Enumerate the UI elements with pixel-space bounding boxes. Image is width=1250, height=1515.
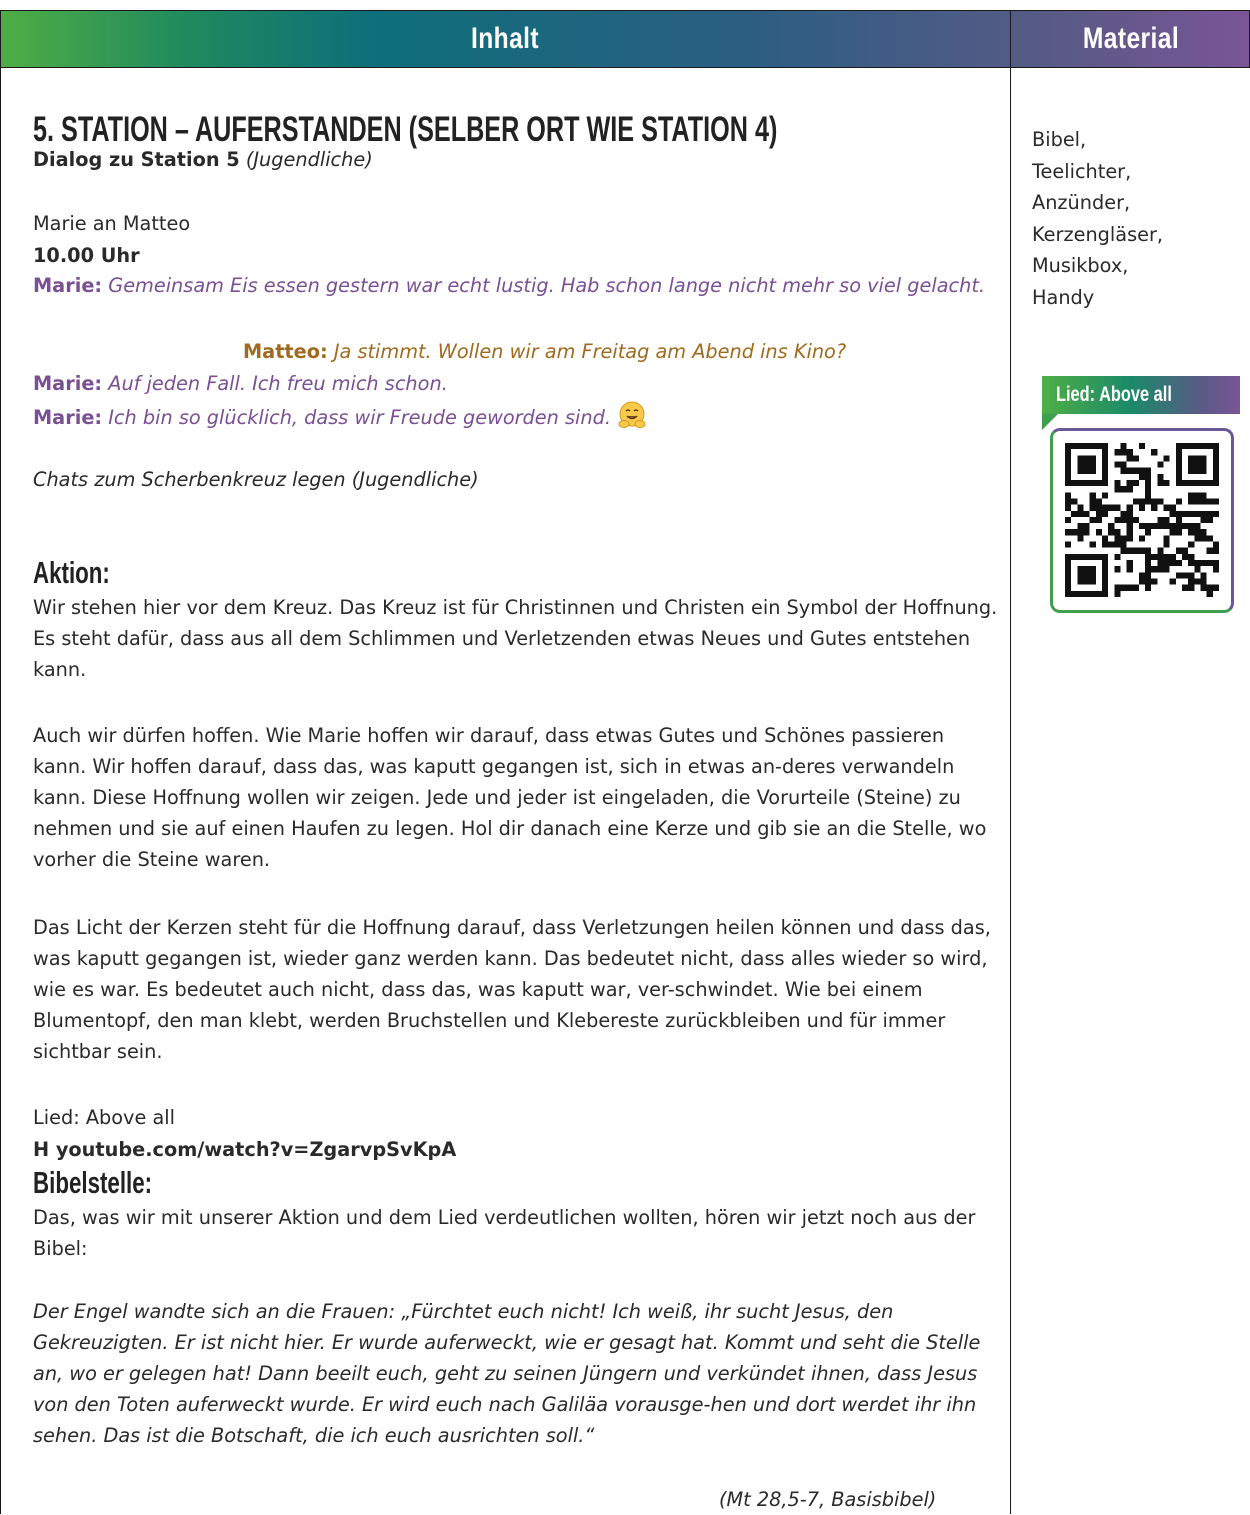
song-line: Lied: Above all (33, 1106, 175, 1129)
chat-time: 10.00 Uhr (33, 244, 140, 267)
column-header-material: Material (1082, 22, 1180, 55)
qr-label-text: Lied: Above all (1056, 383, 1172, 406)
table-border-top (0, 10, 1250, 11)
message-sender: Marie: (33, 274, 103, 297)
table-border-left (0, 10, 1, 1514)
aktion-paragraph-3: Das Licht der Kerzen steht für die Hoffn… (33, 916, 991, 1063)
message-text: Ich bin so glücklich, dass wir Freude ge… (108, 406, 612, 429)
hugging-face-icon (617, 400, 647, 439)
dialog-label-line: Dialog zu Station 5 (Jugendliche) (33, 144, 373, 175)
material-item: Teelichter, (1032, 159, 1132, 183)
bibel-quote: Der Engel wandte sich an die Frauen: „Fü… (33, 1300, 981, 1447)
message-sender: Marie: (33, 372, 103, 395)
youtube-link[interactable]: H youtube.com/watch?v=ZgarvpSvKpA (33, 1134, 456, 1165)
dialog-label: Dialog zu Station 5 (33, 148, 240, 171)
chat-message-4: Marie: Ich bin so glücklich, dass wir Fr… (33, 400, 647, 439)
header-border-bottom (0, 67, 1250, 68)
material-item: Bibel, (1032, 128, 1087, 151)
bibelstelle-heading: Bibelstelle: (33, 1165, 153, 1200)
qr-card[interactable] (1050, 428, 1234, 613)
qr-label-tail (1042, 414, 1058, 430)
material-item: Musikbox, (1032, 254, 1129, 277)
header-bar: Inhalt Material (0, 10, 1250, 67)
dialog-who: (Jugendliche) (245, 148, 373, 171)
message-sender: Matteo: (243, 340, 328, 363)
bibel-reference: (Mt 28,5-7, Basisbibel) (719, 1488, 937, 1511)
chats-note: Chats zum Scherbenkreuz legen (Jugendlic… (33, 468, 479, 491)
table-divider (1010, 10, 1011, 1514)
message-text: Ja stimmt. Wollen wir am Freitag am Aben… (333, 340, 847, 363)
material-item: Kerzengläser, (1032, 222, 1164, 246)
qr-label: Lied: Above all (1042, 376, 1240, 414)
aktion-paragraph-1: Wir stehen hier vor dem Kreuz. Das Kreuz… (33, 596, 998, 681)
chat-from: Marie an Matteo (33, 212, 191, 235)
message-sender: Marie: (33, 406, 103, 429)
message-text: Auf jeden Fall. Ich freu mich schon. (108, 372, 448, 395)
chat-message-1: Marie: Gemeinsam Eis essen gestern war e… (33, 270, 1003, 301)
material-item: Handy (1032, 285, 1095, 309)
qr-code-icon[interactable] (1065, 443, 1219, 597)
material-item: Anzünder, (1032, 191, 1131, 214)
chat-message-3: Marie: Auf jeden Fall. Ich freu mich sch… (33, 368, 448, 399)
aktion-paragraph-2: Auch wir dürfen hoffen. Wie Marie hoffen… (33, 724, 987, 871)
chat-message-2: Matteo: Ja stimmt. Wollen wir am Freitag… (243, 336, 846, 367)
message-text: Gemeinsam Eis essen gestern war echt lus… (108, 274, 986, 297)
bibel-intro: Das, was wir mit unserer Aktion und dem … (33, 1206, 976, 1260)
column-header-inhalt: Inhalt (470, 22, 540, 55)
material-list: Bibel, Teelichter, Anzünder, Kerzengläse… (1032, 124, 1163, 313)
aktion-heading: Aktion: (33, 555, 110, 590)
